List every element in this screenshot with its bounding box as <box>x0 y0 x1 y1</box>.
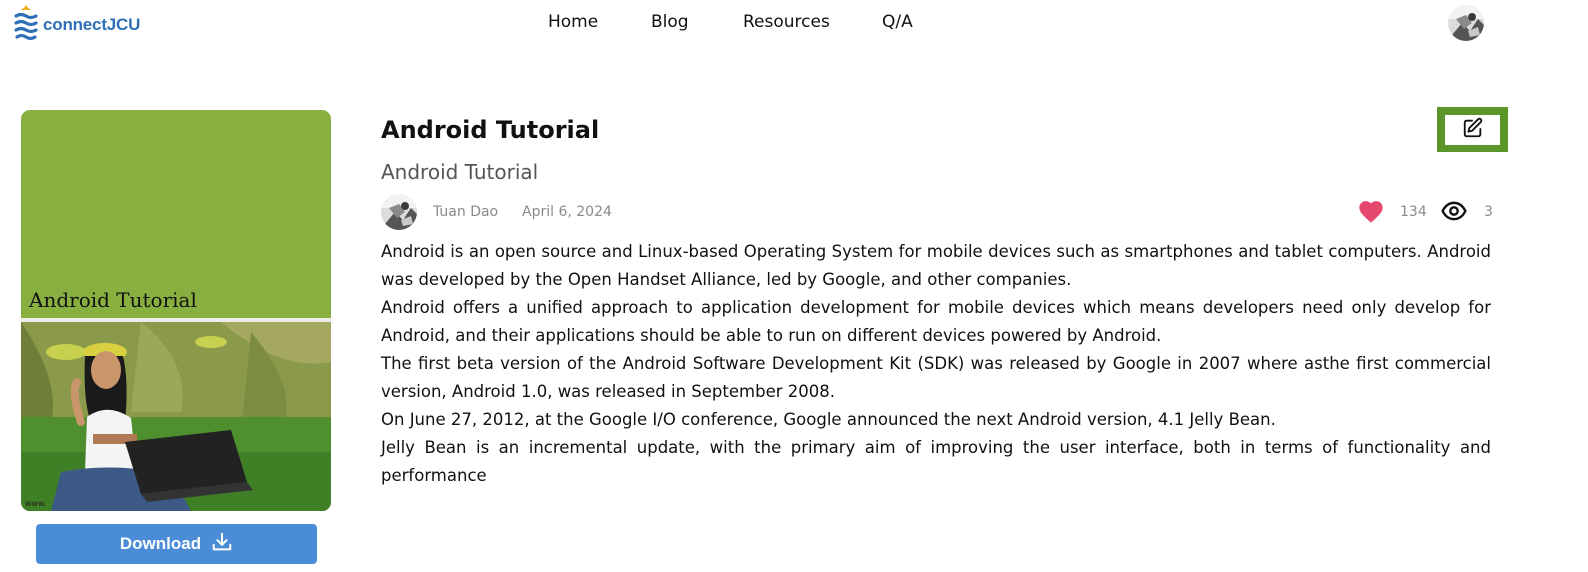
content-paragraph: Jelly Bean is an incremental update, wit… <box>381 438 1491 485</box>
cover-photo: www. <box>21 322 331 511</box>
site-logo[interactable]: connectJCU <box>12 2 140 48</box>
download-button[interactable]: Download <box>36 524 317 564</box>
post-cover-card: Android Tutorial www. <box>21 110 331 511</box>
edit-button-inner <box>1445 114 1500 145</box>
view-count: 3 <box>1484 204 1493 220</box>
jcu-crest-icon <box>12 2 40 48</box>
pencil-edit-icon <box>1462 117 1484 143</box>
nav-home[interactable]: Home <box>548 12 598 32</box>
content-paragraph: On June 27, 2012, at the Google I/O conf… <box>381 410 1276 429</box>
brand-name: connectJCU <box>43 15 141 34</box>
download-icon <box>211 531 233 557</box>
user-avatar[interactable] <box>1448 5 1484 41</box>
post-subtitle: Android Tutorial <box>381 160 539 184</box>
cover-banner <box>21 110 331 318</box>
author-name[interactable]: Tuan Dao <box>433 204 498 220</box>
nav-qa[interactable]: Q/A <box>882 12 913 32</box>
post-meta: Tuan Dao April 6, 2024 134 3 <box>381 194 1495 230</box>
heart-icon[interactable] <box>1357 198 1385 228</box>
download-label: Download <box>119 534 202 553</box>
content-paragraph: The first beta version of the Android So… <box>381 354 1491 401</box>
content-paragraph: Android is an open source and Linux-base… <box>381 242 1491 289</box>
content-paragraph: Android offers a unified approach to app… <box>381 298 1491 345</box>
eye-icon <box>1441 200 1467 226</box>
nav-resources[interactable]: Resources <box>743 12 830 32</box>
svg-text:www.: www. <box>25 499 46 508</box>
like-count: 134 <box>1400 204 1427 220</box>
post-content: Android is an open source and Linux-base… <box>381 238 1491 490</box>
edit-post-button[interactable] <box>1437 107 1508 152</box>
author-avatar[interactable] <box>381 194 417 230</box>
post-title: Android Tutorial <box>381 116 600 144</box>
post-date: April 6, 2024 <box>522 204 612 220</box>
nav-blog[interactable]: Blog <box>651 12 689 32</box>
cover-title: Android Tutorial <box>29 288 197 312</box>
